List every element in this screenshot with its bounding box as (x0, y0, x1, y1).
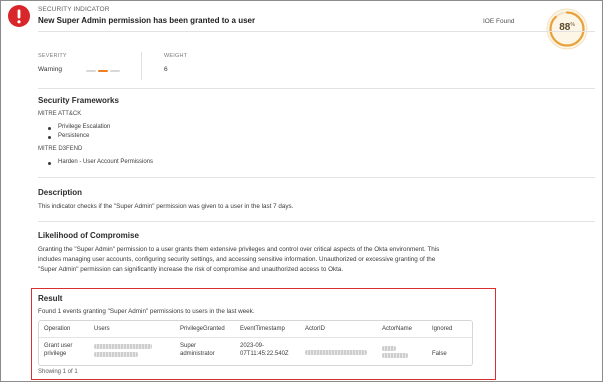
weight-value: 6 (164, 66, 168, 73)
cell-timestamp-line: 2023-09- (240, 343, 265, 349)
list-bullet (48, 127, 51, 130)
result-summary: Found 1 events granting "Super Admin" pe… (38, 308, 255, 315)
likelihood-line: "Super Admin" permission can significant… (38, 266, 344, 273)
column-header-event-timestamp[interactable]: EventTimestamp (240, 326, 285, 332)
redacted-actor-name (382, 353, 408, 358)
cell-privilege-line: administrator (180, 351, 215, 357)
column-header-privilege-granted[interactable]: PrivilegeGranted (180, 326, 225, 332)
list-bullet (48, 162, 51, 165)
framework-group-name: MITRE ATT&CK (38, 111, 82, 117)
column-header-ignored[interactable]: Ignored (432, 326, 452, 332)
likelihood-heading: Likelihood of Compromise (38, 231, 139, 240)
section-divider (38, 88, 595, 89)
alert-icon (8, 5, 30, 27)
cell-ignored: False (432, 351, 447, 357)
likelihood-line: includes managing user accounts, configu… (38, 256, 436, 263)
result-heading: Result (38, 294, 63, 303)
column-header-actor-name[interactable]: ActorName (382, 326, 412, 332)
cell-operation-line: privilege (44, 351, 67, 357)
redacted-users (94, 352, 138, 357)
pagination-status: Showing 1 of 1 (38, 369, 78, 375)
description-text: This indicator checks if the "Super Admi… (38, 203, 294, 210)
redacted-actor-id (305, 350, 367, 355)
column-header-actor-id[interactable]: ActorID (305, 326, 325, 332)
redacted-users (94, 344, 152, 349)
framework-item: Persistence (58, 133, 90, 139)
redacted-actor-name (382, 346, 396, 351)
indicator-eyebrow: SECURITY INDICATOR (38, 6, 110, 13)
severity-label: SEVERITY (38, 53, 67, 59)
ioe-found-label: IOE Found (483, 18, 515, 25)
description-heading: Description (38, 188, 83, 197)
score-unit: % (570, 22, 575, 28)
frameworks-heading: Security Frameworks (38, 96, 119, 105)
section-divider (38, 177, 595, 178)
framework-group-name: MITRE D3FEND (38, 146, 83, 152)
likelihood-line: Granting the "Super Admin" permission to… (38, 246, 440, 253)
severity-level-bar (86, 70, 96, 72)
column-header-operation[interactable]: Operation (44, 326, 70, 332)
severity-level-bar (110, 70, 120, 72)
cell-timestamp-line: 07T11:45:22.540Z (240, 351, 289, 357)
table-header-divider (39, 337, 472, 338)
cell-privilege-line: Super (180, 343, 197, 349)
column-header-users[interactable]: Users (94, 326, 110, 332)
header-divider (38, 31, 595, 32)
framework-item: Harden - User Account Permissions (58, 159, 154, 165)
weight-label: WEIGHT (164, 53, 188, 59)
section-divider (38, 221, 595, 222)
framework-item: Privilege Escalation (58, 124, 111, 130)
meta-divider (141, 52, 142, 80)
list-bullet (48, 136, 51, 139)
page-title: New Super Admin permission has been gran… (38, 16, 256, 25)
severity-level-bar-active (98, 70, 108, 72)
cell-operation-line: Grant user (44, 343, 73, 349)
severity-value: Warning (38, 66, 62, 73)
